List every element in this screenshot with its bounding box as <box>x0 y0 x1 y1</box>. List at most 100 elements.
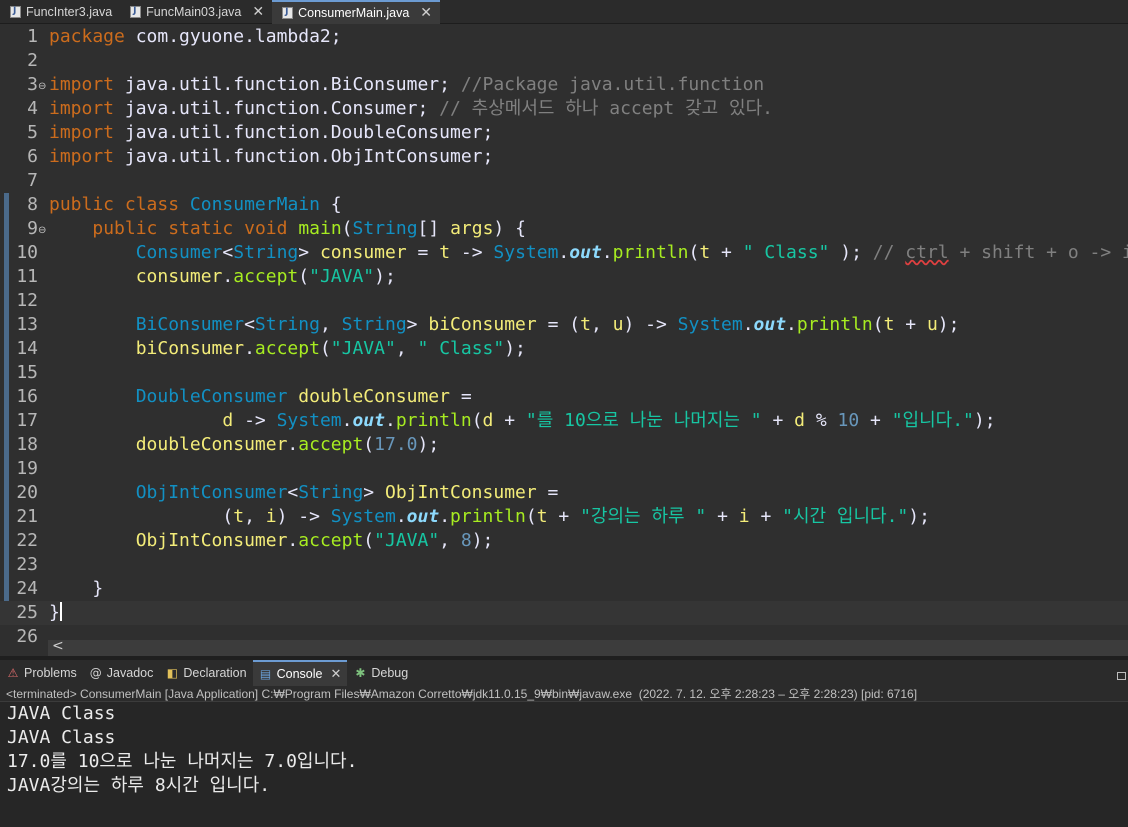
panel-tab-label: Debug <box>371 666 409 680</box>
code-line: 8 public class ConsumerMain { <box>0 193 1128 217</box>
code-token: out <box>753 314 787 335</box>
line-number: 14 <box>16 338 38 359</box>
code-line: 21 (t, i) -> System.out.println(t + "강의는… <box>0 505 1128 529</box>
console-line: JAVA강의는 하루 8시간 입니다. <box>7 775 271 796</box>
code-token: out <box>569 242 602 263</box>
close-icon[interactable]: ✕ <box>252 4 264 20</box>
code-token: . <box>395 506 407 527</box>
code-token: ( <box>341 218 353 239</box>
code-line: 14 biConsumer.accept("JAVA", " Class"); <box>0 337 1128 361</box>
code-token: ( <box>49 506 234 527</box>
code-token: d <box>794 410 805 431</box>
code-token: + <box>493 410 526 431</box>
line-number: 10 <box>16 242 38 263</box>
code-editor[interactable]: 1 package com.gyuone.lambda2; 2 3 ⊖ import ja… <box>0 24 1128 656</box>
code-text: import java.util.function.Consumer; // 추… <box>49 97 773 121</box>
java-file-icon <box>130 6 142 18</box>
code-token: + <box>894 314 927 335</box>
maximize-panel-icon[interactable] <box>1117 672 1126 680</box>
code-token: "입니다." <box>891 410 974 431</box>
code-token: import <box>49 74 115 95</box>
close-icon[interactable]: ✕ <box>330 667 341 682</box>
code-text: ObjIntConsumer.accept("JAVA", 8); <box>49 529 494 553</box>
code-token: import <box>49 146 115 167</box>
code-text: DoubleConsumer doubleConsumer = <box>49 385 472 409</box>
console-line: JAVA Class <box>7 727 116 748</box>
code-token: Consumer <box>135 242 223 263</box>
code-text: } <box>49 577 103 601</box>
editor-tab-funcinter3-java[interactable]: FuncInter3.java <box>0 0 120 24</box>
line-number: 15 <box>16 362 38 383</box>
code-token: "JAVA" <box>309 266 375 287</box>
code-token: 10 <box>837 410 860 431</box>
code-text: d -> System.out.println(d + "를 10으로 나눈 나… <box>49 409 995 433</box>
line-number: 8 <box>27 194 38 215</box>
code-token: ( <box>298 266 310 287</box>
console-output[interactable]: JAVA Class JAVA Class 17.0를 10으로 나눈 나머지는 7… <box>0 702 1128 798</box>
code-token: > <box>363 482 385 503</box>
code-token: ); <box>471 530 494 551</box>
close-icon[interactable]: ✕ <box>420 5 432 21</box>
line-number: 11 <box>16 266 38 287</box>
code-token: , <box>439 530 461 551</box>
code-token: { <box>319 194 342 215</box>
panel-tab-declaration[interactable]: ◧ Declaration <box>159 660 252 686</box>
editor-tab-funcmain03-java[interactable]: FuncMain03.java ✕ <box>120 0 272 24</box>
code-token: String <box>352 218 418 239</box>
code-text: biConsumer.accept("JAVA", " Class"); <box>49 337 526 361</box>
panel-tab-debug[interactable]: ✱ Debug <box>347 660 414 686</box>
code-token: println <box>395 410 472 431</box>
code-token: 17.0 <box>374 434 418 455</box>
code-token: System <box>493 242 559 263</box>
scroll-left-icon[interactable]: < <box>52 638 64 654</box>
code-token: + <box>706 506 739 527</box>
code-token: = <box>406 242 440 263</box>
java-file-icon <box>10 6 21 18</box>
panel-tab-javadoc[interactable]: @ Javadoc <box>83 660 160 686</box>
code-text: consumer.accept("JAVA"); <box>49 265 396 289</box>
code-token: out <box>352 410 385 431</box>
code-line: 16 DoubleConsumer doubleConsumer = <box>0 385 1128 409</box>
line-number: 3 <box>27 74 38 95</box>
editor-tab-consumermain-java[interactable]: ConsumerMain.java ✕ <box>272 0 441 24</box>
code-token: ) -> <box>276 506 331 527</box>
code-token: class <box>124 194 180 215</box>
code-token: BiConsumer <box>135 314 245 335</box>
code-token: > <box>298 242 320 263</box>
code-token: System <box>330 506 396 527</box>
code-token: . <box>287 530 299 551</box>
code-token: , <box>244 506 266 527</box>
code-token: String <box>341 314 407 335</box>
code-token: } <box>49 602 60 623</box>
code-token: doubleConsumer <box>135 434 288 455</box>
code-text: package com.gyuone.lambda2; <box>49 25 342 49</box>
code-token: "를 10으로 나눈 나머지는 " <box>525 410 762 431</box>
code-line: 2 <box>0 49 1128 73</box>
code-token: + <box>859 410 892 431</box>
panel-tab-console[interactable]: ▤ Console ✕ <box>252 660 348 686</box>
code-token: . <box>786 314 797 335</box>
code-line: 10 Consumer<String> consumer = t -> Syst… <box>0 241 1128 265</box>
code-token: biConsumer <box>135 338 245 359</box>
code-token: . <box>287 434 299 455</box>
code-line: 17 d -> System.out.println(d + "를 10으로 나… <box>0 409 1128 433</box>
panel-tab-problems[interactable]: ⚠ Problems <box>0 660 83 686</box>
code-token: // 추상메서드 하나 accept 갖고 있다. <box>439 98 774 119</box>
code-token: java.util.function.Consumer; <box>114 98 440 119</box>
code-token: , <box>590 314 613 335</box>
fold-toggle-icon[interactable]: ⊖ <box>38 219 46 243</box>
horizontal-scrollbar[interactable]: < <box>48 638 1128 656</box>
code-token: java.util.function.BiConsumer; <box>114 74 461 95</box>
code-token: "시간 입니다." <box>782 506 909 527</box>
code-line: 25} <box>0 601 1128 625</box>
code-token: t <box>536 506 548 527</box>
code-token: < <box>222 242 234 263</box>
code-token: println <box>612 242 689 263</box>
code-token: args <box>450 218 494 239</box>
fold-toggle-icon[interactable]: ⊖ <box>38 75 46 99</box>
